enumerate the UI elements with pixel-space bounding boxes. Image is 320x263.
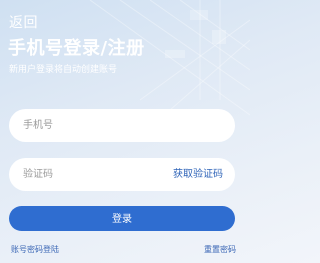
page-subtitle: 新用户登录将自动创建账号 [9,65,118,75]
verification-code-input[interactable] [23,158,163,191]
get-code-button[interactable]: 获取验证码 [173,158,223,191]
page-title: 手机号登录/注册 [8,38,145,59]
phone-input[interactable] [23,109,163,142]
login-button[interactable]: 登录 [9,206,235,231]
password-login-link[interactable]: 账号密码登陆 [11,244,59,255]
code-field: 获取验证码 [9,158,235,191]
back-button[interactable]: 返回 [9,12,38,32]
reset-password-link[interactable]: 重置密码 [204,244,236,255]
phone-field [9,109,235,142]
